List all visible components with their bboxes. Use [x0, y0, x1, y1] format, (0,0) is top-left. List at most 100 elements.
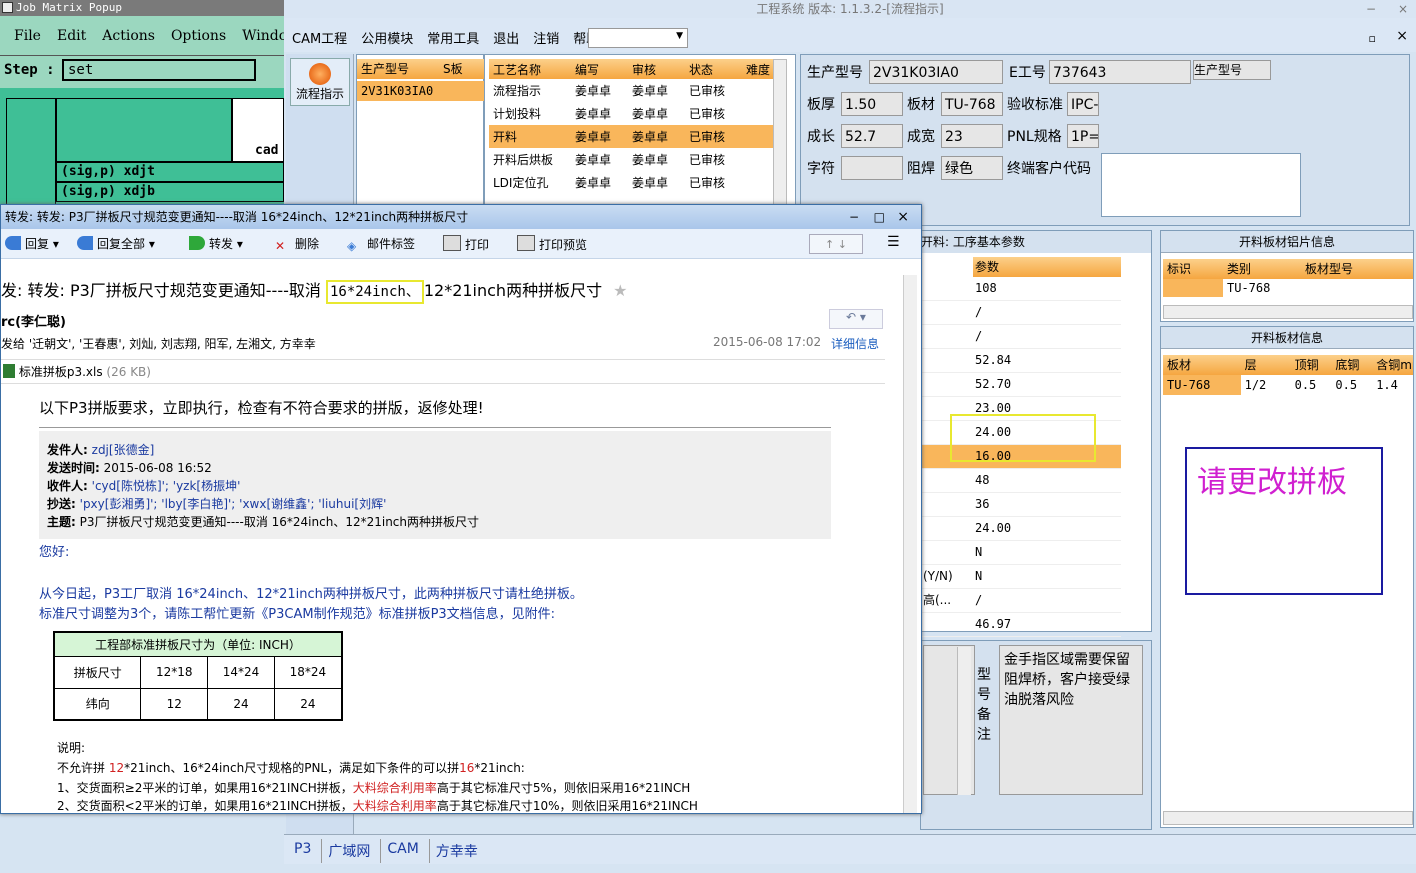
remarks-text[interactable]: 金手指区域需要保留阻焊桥，客户接受绿油脱落风险	[999, 645, 1143, 795]
col-category[interactable]: 类别	[1223, 259, 1301, 279]
menu-exit[interactable]: 退出	[493, 28, 519, 47]
col-board[interactable]: 板材	[1163, 355, 1241, 375]
tag-cell[interactable]	[1163, 279, 1223, 297]
reply-button[interactable]: 回复 ▾	[5, 235, 59, 253]
cc-value[interactable]: 'pxy[彭湘勇]'; 'lby[李白艳]'; 'xwx[谢维鑫'; 'liuh…	[80, 497, 387, 511]
email-scrollbar[interactable]	[903, 275, 917, 813]
grid-cell-cad[interactable]: cad	[232, 98, 284, 162]
category-cell[interactable]: TU-768	[1227, 279, 1297, 297]
params-header[interactable]: 参数	[973, 257, 1121, 277]
table-row[interactable]: 流程指示 姜卓卓 姜卓卓 已审核	[489, 79, 773, 102]
col-copper-mm[interactable]: 含铜mm	[1372, 355, 1413, 375]
print-label: 打印	[465, 238, 490, 252]
table-row[interactable]: TU-768 1/2 0.5 0.5 1.4	[1163, 375, 1413, 395]
menu-edit[interactable]: Edit	[49, 22, 94, 50]
col-tag[interactable]: 标识	[1163, 259, 1223, 279]
e-no-field[interactable]: 737643	[1049, 60, 1191, 84]
pnl-field[interactable]: 1P=	[1067, 124, 1099, 148]
param-row[interactable]: 48	[921, 469, 1121, 493]
param-row[interactable]: 52.70	[921, 373, 1121, 397]
menu-options[interactable]: Options	[163, 22, 234, 50]
menu-combo[interactable]: ▼	[588, 28, 688, 48]
col-status[interactable]: 状态	[688, 59, 745, 79]
param-row[interactable]: 24.00	[921, 517, 1121, 541]
material-field[interactable]: TU-768	[941, 92, 1003, 116]
menu-file[interactable]: File	[0, 22, 49, 50]
param-row[interactable]: 108	[921, 277, 1121, 301]
col-bottom-copper[interactable]: 底铜	[1331, 355, 1373, 375]
maximize-icon[interactable]: □	[874, 205, 885, 229]
param-row[interactable]: (Y/N) N	[921, 565, 1121, 589]
col-review[interactable]: 审核	[631, 59, 688, 79]
table-row[interactable]: 开料后烘板 姜卓卓 姜卓卓 已审核	[489, 148, 773, 171]
print-button[interactable]: 打印	[443, 235, 489, 254]
char-field[interactable]	[841, 156, 903, 180]
forward-button[interactable]: 转发 ▾	[189, 235, 243, 253]
menu-list-icon[interactable]: ☰	[887, 234, 900, 250]
menu-cam[interactable]: CAM工程	[292, 28, 347, 47]
param-row[interactable]: /	[921, 325, 1121, 349]
site-select[interactable]: P3	[288, 839, 317, 863]
model-col-header[interactable]: 生产型号	[357, 59, 439, 79]
width-field[interactable]: 23	[941, 124, 1003, 148]
col-difficulty[interactable]: 难度	[745, 59, 773, 79]
mail-tag-button[interactable]: ◈ 邮件标签	[347, 235, 415, 253]
restore-icon[interactable]: ▫	[1369, 32, 1376, 45]
param-row[interactable]: 36	[921, 493, 1121, 517]
board-model-cell[interactable]	[1305, 279, 1405, 297]
from-value[interactable]: zdj[张德金]	[92, 443, 155, 457]
menu-public[interactable]: 公用模块	[361, 28, 413, 47]
param-row[interactable]: N	[921, 541, 1121, 565]
layer-xdjt[interactable]: (sig,p) xdjt	[56, 162, 284, 182]
col-author[interactable]: 编写	[574, 59, 631, 79]
table-row[interactable]: 计划投料 姜卓卓 姜卓卓 已审核	[489, 102, 773, 125]
menu-actions[interactable]: Actions	[94, 22, 163, 50]
print-preview-button[interactable]: 打印预览	[517, 235, 587, 254]
up-down-buttons[interactable]: ↑ ↓	[809, 234, 863, 254]
param-row[interactable]: 高(... /	[921, 589, 1121, 613]
to-value[interactable]: 'cyd[陈悦栋]'; 'yzk[杨振坤'	[92, 479, 241, 493]
menu-logout[interactable]: 注销	[533, 28, 559, 47]
close-icon[interactable]: ×	[1396, 28, 1408, 44]
menu-tools[interactable]: 常用工具	[427, 28, 479, 47]
table-row[interactable]: LDI定位孔 姜卓卓 姜卓卓 已审核	[489, 171, 773, 194]
col-layer[interactable]: 层	[1240, 355, 1291, 375]
star-icon[interactable]: ★	[613, 281, 627, 300]
remarks-left-scrollbar[interactable]	[957, 647, 971, 795]
reply-arrow-button[interactable]: ↶ ▾	[829, 309, 883, 329]
close-icon[interactable]: ×	[1398, 0, 1408, 18]
process-scrollbar[interactable]	[773, 59, 787, 209]
cell: 姜卓卓	[575, 153, 612, 167]
col-process[interactable]: 工艺名称	[489, 59, 574, 79]
minimize-icon[interactable]: −	[1366, 0, 1376, 18]
tab-cam[interactable]: CAM	[380, 839, 424, 863]
col-board-model[interactable]: 板材型号	[1301, 259, 1413, 279]
mask-field[interactable]: 绿色	[941, 156, 1003, 180]
alu-hscrollbar[interactable]	[1163, 305, 1413, 319]
layer-xdjb[interactable]: (sig,p) xdjb	[56, 182, 284, 202]
email-sender[interactable]: rc(李仁聪)	[1, 311, 66, 330]
accept-field[interactable]: IPC-	[1067, 92, 1099, 116]
col-top-copper[interactable]: 顶铜	[1290, 355, 1332, 375]
flow-button[interactable]: 流程指示	[290, 58, 350, 106]
attachment[interactable]: 标准拼板p3.xls (26 KB)	[3, 363, 151, 380]
board-hscrollbar[interactable]	[1163, 811, 1413, 825]
thickness-field[interactable]: 1.50	[841, 92, 903, 116]
cell	[745, 148, 773, 171]
prod-model-field[interactable]: 2V31K03IA0	[869, 60, 1003, 84]
param-row[interactable]: 52.84	[921, 349, 1121, 373]
model-row[interactable]: 2V31K03IA0	[357, 81, 485, 101]
length-field[interactable]: 52.7	[841, 124, 903, 148]
cust-code-box[interactable]	[1101, 153, 1301, 217]
details-link[interactable]: 详细信息	[831, 335, 879, 352]
param-row[interactable]: /	[921, 301, 1121, 325]
delete-button[interactable]: ✕ 删除	[275, 235, 319, 253]
reply-all-button[interactable]: 回复全部 ▾	[77, 235, 155, 253]
step-input[interactable]: set	[62, 59, 256, 81]
close-icon[interactable]: ×	[897, 205, 909, 229]
s-board-col-header[interactable]: S板	[439, 59, 485, 79]
tab-wan[interactable]: 广域网	[321, 839, 376, 863]
table-row-selected[interactable]: 开料 姜卓卓 姜卓卓 已审核	[489, 125, 773, 148]
minimize-icon[interactable]: −	[849, 205, 859, 229]
param-row[interactable]: 46.97	[921, 613, 1121, 637]
